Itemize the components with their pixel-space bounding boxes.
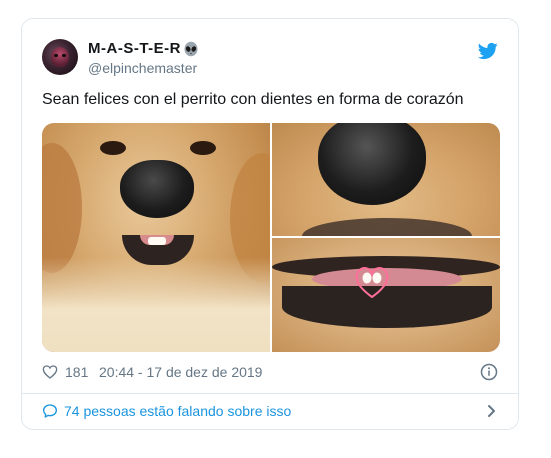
photo-dog-face[interactable]	[42, 123, 270, 352]
tweet-media-grid	[42, 123, 500, 352]
conversation-label: 74 pessoas estão falando sobre isso	[64, 403, 292, 419]
speech-bubble-icon	[43, 404, 57, 418]
photo-dog-nose[interactable]	[272, 123, 500, 236]
chevron-right-icon	[488, 405, 495, 417]
tweet-card[interactable]: M-A-S-T-E-R @elpinchemaster Sean felices…	[21, 18, 519, 430]
tweet-text: Sean felices con el perrito con dientes …	[42, 91, 464, 108]
conversation-link[interactable]: 74 pessoas estão falando sobre isso	[42, 402, 498, 422]
tweet-timestamp[interactable]: 20:44 - 17 de dez de 2019	[99, 364, 262, 380]
divider	[22, 393, 518, 394]
author-display-name[interactable]: M-A-S-T-E-R	[88, 40, 199, 57]
author-info[interactable]: M-A-S-T-E-R @elpinchemaster	[88, 40, 199, 76]
tweet-header: M-A-S-T-E-R @elpinchemaster	[42, 39, 498, 79]
heart-outline-icon[interactable]	[42, 364, 58, 380]
twitter-bird-icon[interactable]	[478, 41, 498, 61]
alien-icon	[184, 41, 198, 56]
author-handle[interactable]: @elpinchemaster	[88, 60, 199, 76]
photo-dog-teeth[interactable]	[272, 238, 500, 352]
author-avatar[interactable]	[42, 39, 78, 75]
info-icon[interactable]	[480, 363, 498, 381]
heart-teeth-graphic	[355, 267, 389, 299]
tweet-meta: 181 20:44 - 17 de dez de 2019	[42, 363, 498, 383]
like-count[interactable]: 181	[65, 364, 88, 380]
